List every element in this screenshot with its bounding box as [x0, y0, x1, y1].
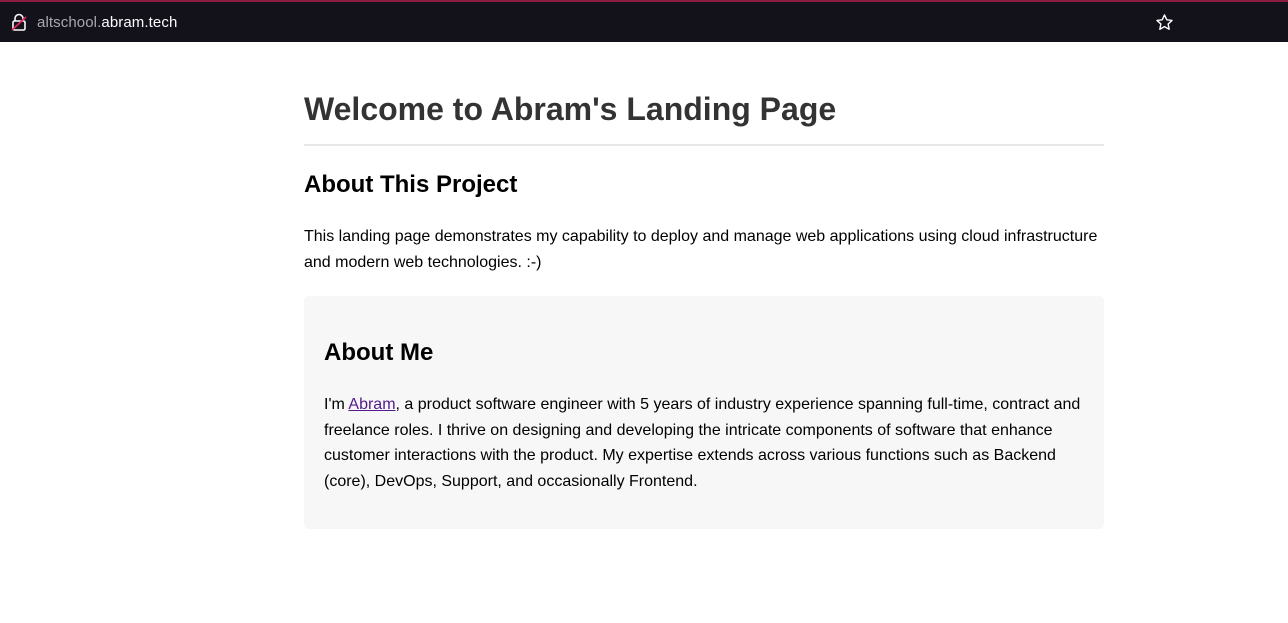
page-title: Welcome to Abram's Landing Page: [304, 42, 1104, 146]
about-me-heading: About Me: [324, 339, 434, 366]
url-domain: abram.tech: [101, 14, 178, 31]
abram-link[interactable]: Abram: [348, 396, 395, 413]
project-description: This landing page demonstrates my capabi…: [304, 228, 1098, 271]
about-body: , a product software engineer with 5 yea…: [324, 396, 1081, 490]
project-heading: About This Project: [304, 171, 518, 198]
lock-icon[interactable]: [11, 13, 27, 31]
page-content: Welcome to Abram's Landing Page About Th…: [304, 42, 1104, 529]
about-me-card: About Me I'm Abram, a product software e…: [304, 296, 1104, 529]
star-icon[interactable]: [1155, 13, 1174, 32]
about-me-text: I'm Abram, a product software engineer w…: [324, 392, 1084, 494]
about-intro: I'm: [324, 396, 349, 413]
url-text[interactable]: altschool.abram.tech: [37, 14, 177, 32]
url-subdomain: altschool.: [37, 14, 102, 31]
browser-url-bar[interactable]: altschool.abram.tech: [0, 0, 1288, 42]
